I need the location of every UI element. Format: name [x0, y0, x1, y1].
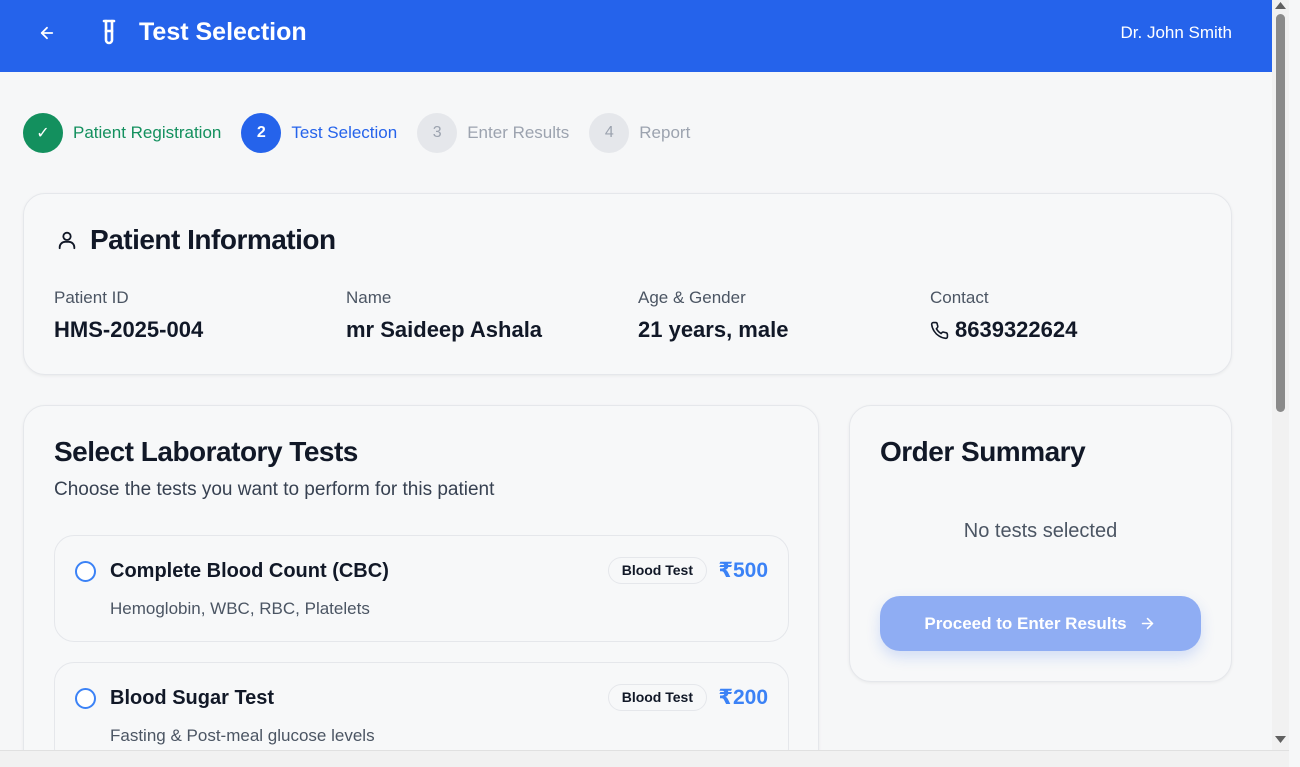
phone-icon: [930, 320, 950, 340]
summary-title: Order Summary: [880, 436, 1086, 467]
contact-field: Contact 8639322624: [930, 288, 1077, 343]
arrow-right-icon: [1139, 615, 1157, 633]
summary-empty-text: No tests selected: [963, 520, 1118, 542]
proceed-button-label: Proceed to Enter Results: [924, 613, 1127, 633]
age-gender-field: Age & Gender 21 years, male: [638, 288, 788, 343]
user-icon: [54, 227, 80, 253]
field-value: 21 years, male: [638, 317, 789, 342]
horizontal-scrollbar[interactable]: [0, 750, 1289, 767]
proceed-button[interactable]: Proceed to Enter Results: [880, 596, 1201, 651]
test-select-radio[interactable]: [75, 688, 96, 709]
scrollbar-thumb[interactable]: [1276, 14, 1285, 412]
step-label: Patient Registration: [73, 123, 222, 142]
step-number: 4: [589, 113, 630, 153]
test-item-cbc[interactable]: Complete Blood Count (CBC) Hemoglobin, W…: [54, 535, 789, 642]
step-label: Test Selection: [291, 123, 398, 142]
step-check-icon: ✓: [23, 113, 63, 153]
step-test-selection[interactable]: 2 Test Selection: [241, 113, 397, 153]
patient-id-field: Patient ID HMS-2025-004: [54, 288, 203, 343]
test-tube-icon: [98, 18, 120, 48]
arrow-left-icon: [40, 26, 54, 40]
field-value: 8639322624: [930, 317, 1077, 343]
field-label: Name: [346, 288, 392, 307]
step-number: 2: [241, 113, 282, 153]
patient-info-heading: Patient Information: [54, 224, 336, 256]
step-enter-results[interactable]: 3 Enter Results: [417, 113, 569, 153]
patient-info-card: Patient Information Patient ID HMS-2025-…: [23, 193, 1232, 375]
step-report[interactable]: 4 Report: [589, 113, 690, 153]
progress-stepper: ✓ Patient Registration 2 Test Selection …: [23, 113, 710, 153]
contact-number: 8639322624: [955, 317, 1078, 342]
test-category-badge: Blood Test: [607, 684, 707, 711]
test-description: Fasting & Post-meal glucose levels: [110, 726, 375, 745]
test-price: ₹500: [718, 559, 768, 582]
patient-name-field: Name mr Saideep Ashala: [346, 288, 542, 343]
vertical-scrollbar[interactable]: [1272, 0, 1289, 750]
step-number: 3: [417, 113, 458, 153]
patient-info-title: Patient Information: [90, 224, 336, 255]
field-label: Age & Gender: [638, 288, 746, 307]
test-name: Complete Blood Count (CBC): [110, 560, 389, 582]
app-header: Test Selection Dr. John Smith: [0, 0, 1272, 72]
page-title: Test Selection: [139, 18, 307, 46]
field-value: mr Saideep Ashala: [346, 317, 543, 342]
field-value: HMS-2025-004: [54, 317, 204, 342]
tests-subtitle: Choose the tests you want to perform for…: [54, 479, 495, 500]
step-patient-registration[interactable]: ✓ Patient Registration: [23, 113, 221, 153]
test-price: ₹200: [718, 686, 768, 709]
step-label: Report: [639, 123, 691, 142]
test-select-radio[interactable]: [75, 561, 96, 582]
test-category-badge: Blood Test: [607, 557, 707, 584]
test-name: Blood Sugar Test: [110, 687, 275, 709]
back-button[interactable]: [32, 18, 62, 48]
order-summary-card: Order Summary No tests selected Proceed …: [849, 405, 1232, 682]
current-user[interactable]: Dr. John Smith: [1121, 21, 1233, 45]
test-description: Hemoglobin, WBC, RBC, Platelets: [110, 599, 370, 618]
tests-title: Select Laboratory Tests: [54, 436, 358, 467]
step-label: Enter Results: [467, 123, 570, 142]
scroll-down-icon[interactable]: [1274, 734, 1287, 744]
field-label: Contact: [930, 288, 989, 307]
lab-tests-card: Select Laboratory Tests Choose the tests…: [23, 405, 819, 767]
field-label: Patient ID: [54, 288, 129, 307]
scroll-up-icon[interactable]: [1274, 0, 1287, 10]
